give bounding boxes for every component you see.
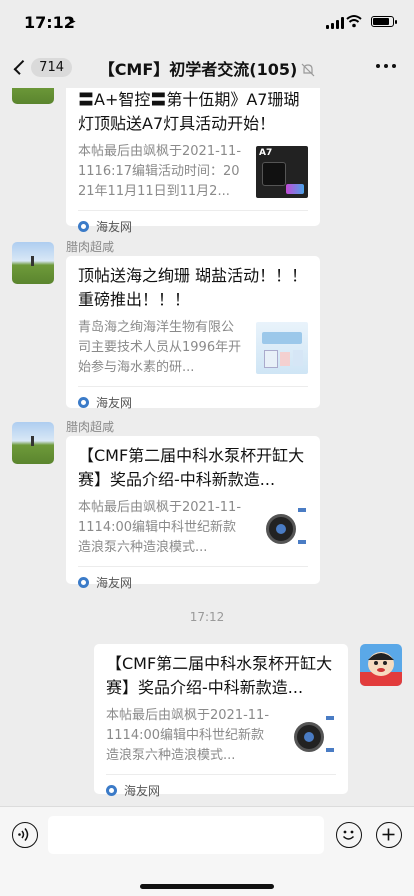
sender-avatar[interactable] bbox=[12, 242, 54, 284]
message-timestamp: 17:12 bbox=[189, 610, 225, 624]
voice-input-button[interactable] bbox=[12, 822, 38, 848]
sender-name: 腊肉超咸 bbox=[66, 420, 115, 434]
source-app-icon bbox=[78, 576, 89, 588]
link-card-footer: 海友网 bbox=[106, 774, 336, 805]
battery-icon bbox=[371, 16, 397, 27]
link-card-description: 本帖最后由飒枫于2021-11-1114:00编辑中科世纪新款造浪泵六种造浪模式… bbox=[78, 500, 242, 555]
source-app-icon bbox=[78, 396, 89, 408]
emoji-icon bbox=[342, 830, 355, 840]
sender-avatar[interactable] bbox=[12, 88, 54, 104]
emoji-button[interactable] bbox=[336, 822, 362, 848]
link-card-thumbnail: A7 bbox=[256, 146, 308, 198]
more-actions-button[interactable] bbox=[376, 822, 402, 848]
input-bar bbox=[0, 806, 414, 896]
link-card-source: 海友网 bbox=[124, 783, 161, 798]
link-card[interactable]: 顶帖送海之绚珊 瑚盐活动！！！ 重磅推出！！！ 青岛海之绚海洋生物有限公司主要技… bbox=[66, 256, 320, 410]
cellular-signal-icon bbox=[326, 17, 344, 29]
chat-title: 【CMF】初学者交流(105) bbox=[0, 56, 414, 80]
location-arrow-icon: ➤ bbox=[67, 15, 77, 28]
link-card-thumbnail bbox=[256, 502, 308, 554]
link-card-description: 本帖最后由飒枫于2021-11-1116:17编辑活动时间：2021年11月11… bbox=[78, 144, 242, 199]
link-card-footer: 海友网 bbox=[78, 210, 308, 241]
link-card-description: 青岛海之绚海洋生物有限公司主要技术人员从1996年开始参与海水素的研... bbox=[78, 320, 242, 375]
message-list[interactable]: 〓A+智控〓第十伍期》A7珊瑚灯顶贴送A7灯具活动开始！ 本帖最后由飒枫于202… bbox=[0, 88, 414, 806]
source-app-icon bbox=[106, 784, 117, 796]
message-input[interactable] bbox=[48, 816, 324, 854]
link-card-source: 海友网 bbox=[96, 219, 133, 234]
link-card-title: 〓A+智控〓第十伍期》A7珊瑚灯顶贴送A7灯具活动开始！ bbox=[78, 90, 300, 133]
nav-bar: 714 【CMF】初学者交流(105) bbox=[0, 44, 414, 88]
link-card[interactable]: 【CMF第二届中科水泵杯开缸大赛】奖品介绍-中科新款造... 本帖最后由飒枫于2… bbox=[66, 436, 320, 590]
more-options-button[interactable] bbox=[376, 64, 396, 68]
link-card-thumbnail bbox=[284, 710, 336, 762]
link-card-source: 海友网 bbox=[96, 575, 133, 590]
link-card-source: 海友网 bbox=[96, 395, 133, 410]
link-card-thumbnail bbox=[256, 322, 308, 374]
sender-name: 腊肉超咸 bbox=[66, 240, 115, 254]
chat-title-text: 【CMF】初学者交流(105) bbox=[98, 60, 298, 79]
sender-avatar[interactable] bbox=[12, 422, 54, 464]
source-app-icon bbox=[78, 220, 89, 232]
home-indicator[interactable] bbox=[140, 884, 274, 889]
link-card-title: 【CMF第二届中科水泵杯开缸大赛】奖品介绍-中科新款造... bbox=[106, 654, 333, 697]
link-card-title: 【CMF第二届中科水泵杯开缸大赛】奖品介绍-中科新款造... bbox=[78, 446, 305, 489]
plus-icon bbox=[382, 828, 395, 841]
link-card[interactable]: 〓A+智控〓第十伍期》A7珊瑚灯顶贴送A7灯具活动开始！ 本帖最后由飒枫于202… bbox=[66, 88, 320, 234]
link-card-outgoing[interactable]: 【CMF第二届中科水泵杯开缸大赛】奖品介绍-中科新款造... 本帖最后由飒枫于2… bbox=[94, 644, 348, 798]
voice-icon bbox=[18, 828, 29, 841]
link-card-footer: 海友网 bbox=[78, 566, 308, 597]
my-avatar[interactable] bbox=[360, 644, 402, 686]
thumbnail-label: A7 bbox=[259, 148, 273, 158]
status-bar: 17:12 ➤ bbox=[0, 0, 414, 44]
wifi-icon bbox=[346, 15, 362, 28]
chat-screen: 17:12 ➤ 714 【CMF】初学者交流(105) 〓A+智控〓第十伍期》A… bbox=[0, 0, 414, 896]
link-card-title: 顶帖送海之绚珊 瑚盐活动！！！ 重磅推出！！！ bbox=[78, 266, 308, 309]
mute-bell-icon bbox=[301, 63, 315, 77]
link-card-description: 本帖最后由飒枫于2021-11-1114:00编辑中科世纪新款造浪泵六种造浪模式… bbox=[106, 708, 270, 763]
link-card-footer: 海友网 bbox=[78, 386, 308, 417]
